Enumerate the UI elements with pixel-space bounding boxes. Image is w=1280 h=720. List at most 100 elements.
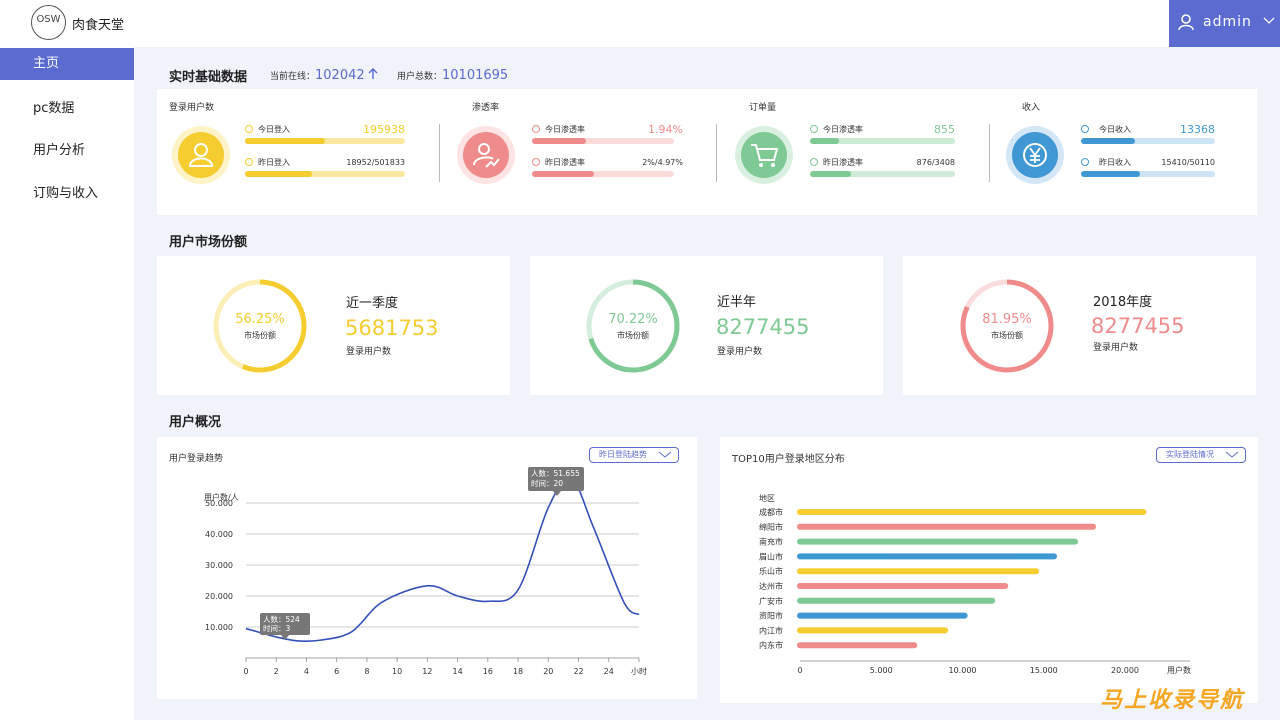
progress-fill (810, 138, 839, 144)
bar (797, 553, 1057, 560)
share-sub: 市场份额 (244, 331, 276, 340)
watermark: 马上收录导航 (1100, 688, 1245, 713)
progress-track (1081, 138, 1215, 144)
bar (797, 523, 1096, 530)
arrow-up-icon (368, 68, 378, 79)
progress-track (810, 138, 955, 144)
total-value: 10101695 (442, 68, 509, 83)
x-tick-label: 小时 (631, 666, 647, 676)
progress-track (245, 171, 405, 177)
category-label: 广安市 (759, 596, 783, 606)
x-tick-label: 10 (392, 667, 402, 676)
x-tick-label: 18 (513, 667, 523, 676)
category-label: 成都市 (759, 507, 783, 517)
x-axis-label: 用户数 (1167, 665, 1191, 675)
share-value-label: 登录用户数 (1093, 343, 1139, 353)
divider (716, 124, 717, 182)
progress-fill (532, 138, 586, 144)
progress-fill (245, 138, 325, 144)
overview-title: 用户概况 (169, 415, 222, 430)
user-icon (188, 143, 214, 167)
online-label: 当前在线： (270, 72, 316, 82)
y-tick-label: 50.000 (205, 499, 233, 508)
tooltip-line: 人数：524 (263, 615, 300, 624)
kpi-title: 登录用户数 (169, 103, 215, 113)
logo-text: OSW (36, 14, 61, 25)
tooltip-line: 时间：3 (263, 624, 291, 633)
bar (797, 612, 968, 619)
row-value: 1.94% (648, 123, 683, 136)
bar (797, 627, 949, 634)
bar (797, 509, 1147, 515)
sidebar-item-home[interactable]: 主页 (0, 48, 134, 80)
kpi-title: 渗透率 (472, 103, 500, 113)
share-value: 8277455 (716, 315, 810, 339)
progress-fill (245, 171, 313, 177)
row-label: 今日收入 (1099, 125, 1131, 134)
divider (439, 124, 440, 182)
share-card-halfyear: 70.22% 市场份额 近半年 8277455 登录用户数 (530, 256, 883, 395)
share-card-2018: 81.95% 市场份额 2018年度 8277455 登录用户数 (903, 256, 1256, 395)
total-users: 用户总数：10101695 (397, 68, 508, 83)
share-period: 2018年度 (1093, 295, 1153, 310)
share-ring: 56.25% 市场份额 (212, 278, 308, 374)
row-label: 昨日渗透率 (823, 158, 863, 167)
y-tick-label: 20.000 (205, 592, 233, 601)
region-card: TOP10用户登录地区分布 实际登陆情况 地区 成都市 绵阳市 南充市 眉山市 乐山市 达州… (720, 437, 1258, 703)
x-tick-label: 20 (543, 667, 553, 676)
y-tick-label: 40.000 (205, 530, 233, 539)
share-ring: 70.22% 市场份额 (585, 278, 681, 374)
x-tick-label: 15.000 (1030, 666, 1058, 675)
market-title: 用户市场份额 (169, 235, 248, 250)
bar (797, 642, 918, 649)
top-header: OSW 肉食天堂 admin (0, 0, 1280, 47)
row-value: 2%/4.97% (642, 158, 683, 167)
y-axis-label: 地区 (759, 493, 775, 503)
row-value: 855 (934, 123, 955, 136)
x-tick-label: 0 (797, 666, 802, 675)
progress-fill (1081, 138, 1135, 144)
cart-icon (751, 144, 779, 167)
y-tick-label: 30.000 (205, 561, 233, 570)
divider (989, 124, 990, 182)
kpi-title: 订单量 (749, 103, 777, 113)
kpi-row: 昨日登入 18952/501833 (245, 156, 405, 182)
sidebar-item-user-analysis[interactable]: 用户分析 (0, 135, 134, 167)
tooltip-peak: 人数：51.655 时间：20 (528, 467, 584, 491)
category-label: 内东市 (759, 640, 783, 650)
x-tick-label: 14 (453, 667, 463, 676)
x-tick-label: 8 (364, 667, 369, 676)
progress-track (245, 138, 405, 144)
username: admin (1203, 14, 1252, 30)
line-chart: 用户数/人10.00020.00030.00040.00050.0000 2 4 6 8… (204, 476, 647, 676)
row-label: 今日渗透率 (545, 125, 585, 134)
share-card-quarter: 56.25% 市场份额 近一季度 5681753 登录用户数 (157, 256, 510, 395)
x-tick-label: 2 (274, 667, 279, 676)
user-menu[interactable]: admin (1169, 0, 1280, 47)
bar (797, 597, 996, 604)
kpi-row: 昨日收入 15410/50110 (1081, 156, 1215, 182)
x-tick-label: 5.000 (870, 666, 893, 675)
total-label: 用户总数： (397, 72, 443, 82)
sidebar-item-pc-data[interactable]: pc数据 (0, 93, 134, 125)
category-label: 乐山市 (759, 566, 783, 576)
kpi-icon-orders (735, 126, 793, 184)
user-chart-icon (473, 143, 500, 168)
x-tick-label: 24 (604, 667, 614, 676)
tooltip-line: 时间：20 (531, 479, 564, 488)
x-tick-label: 0 (243, 667, 248, 676)
online-value: 102042 (315, 68, 365, 83)
kpi-row: 今日渗透率 855 (810, 123, 955, 149)
row-label: 今日渗透率 (823, 125, 863, 134)
share-ring: 81.95% 市场份额 (959, 278, 1055, 374)
progress-track (1081, 171, 1215, 177)
x-tick-label: 6 (334, 667, 339, 676)
progress-track (810, 171, 955, 177)
yuan-icon (1023, 143, 1047, 167)
row-value: 13368 (1180, 123, 1215, 136)
y-tick-label: 10.000 (205, 623, 233, 632)
brand-name: 肉食天堂 (72, 18, 125, 33)
category-label: 内江市 (759, 625, 783, 635)
brand-logo[interactable]: OSW (31, 5, 66, 40)
sidebar-item-orders-income[interactable]: 订购与收入 (0, 178, 134, 210)
